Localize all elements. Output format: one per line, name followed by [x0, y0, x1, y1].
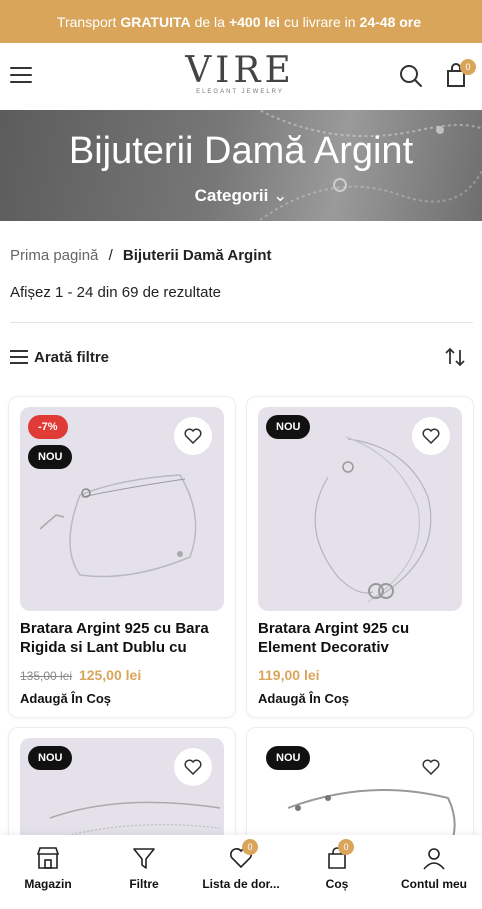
page-title: Bijuterii Damă Argint — [68, 130, 414, 172]
promo-highlight-free: GRATUITA — [120, 13, 191, 30]
filters-label: Arată filtre — [34, 348, 110, 366]
user-icon — [421, 845, 447, 871]
site-header: VIRE ELEGANT JEWELRY 0 — [0, 43, 482, 110]
wishlist-count-badge: 0 — [242, 839, 258, 855]
new-badge: NOU — [28, 746, 73, 770]
search-icon[interactable] — [398, 63, 424, 89]
sort-icon[interactable] — [444, 346, 466, 368]
nav-cart[interactable]: 0 Coș — [289, 839, 385, 891]
nav-wishlist[interactable]: 0 Lista de dor... — [193, 839, 289, 891]
breadcrumb: Prima pagină / Bijuterii Damă Argint — [10, 247, 272, 264]
current-price: 125,00 lei — [78, 667, 142, 683]
nav-account-label: Contul meu — [401, 877, 467, 891]
nav-filters[interactable]: Filtre — [96, 845, 192, 891]
product-price: 135,00 lei 125,00 lei — [20, 667, 141, 683]
breadcrumb-separator: / — [108, 247, 113, 264]
logo-subtitle: ELEGANT JEWELRY — [196, 89, 284, 95]
menu-icon[interactable] — [10, 67, 32, 84]
divider — [10, 322, 473, 323]
results-count: Afișez 1 - 24 din 69 de rezultate — [10, 284, 221, 301]
wishlist-heart-icon[interactable] — [174, 748, 212, 786]
add-to-cart-button[interactable]: Adaugă În Coș — [258, 691, 349, 706]
current-price: 119,00 lei — [258, 667, 320, 683]
promo-highlight-amount: +400 lei — [228, 13, 280, 30]
wishlist-heart-icon[interactable] — [412, 417, 450, 455]
promo-text-mid: de la — [194, 13, 225, 30]
breadcrumb-home-link[interactable]: Prima pagină — [10, 247, 98, 264]
shopping-bag-icon: 0 — [324, 839, 354, 871]
cart-icon[interactable]: 0 — [444, 59, 476, 89]
chevron-down-icon: ⌄ — [273, 186, 288, 205]
logo-text: VIRE — [185, 50, 295, 91]
nav-filters-label: Filtre — [129, 877, 159, 891]
promo-text-mid2: cu livrare in — [283, 13, 356, 30]
product-title[interactable]: Bratara Argint 925 cu Element Decorativ — [258, 619, 464, 657]
funnel-icon — [131, 845, 157, 871]
cart-count-badge: 0 — [338, 839, 354, 855]
new-badge: NOU — [266, 746, 311, 770]
nav-wishlist-label: Lista de dor... — [202, 877, 280, 891]
categories-label: Categorii — [194, 186, 269, 205]
product-image[interactable]: NOU — [258, 407, 462, 611]
category-hero: Bijuterii Damă Argint Categorii ⌄ — [0, 110, 482, 221]
discount-badge: -7% — [28, 415, 68, 439]
new-badge: NOU — [266, 415, 311, 439]
product-image[interactable]: -7% NOU — [20, 407, 224, 611]
cart-count-badge: 0 — [460, 59, 476, 75]
new-badge: NOU — [28, 445, 73, 469]
nav-cart-label: Coș — [325, 877, 349, 891]
nav-shop[interactable]: Magazin — [0, 845, 96, 891]
nav-account[interactable]: Contul meu — [386, 845, 482, 891]
filter-lines-icon — [10, 350, 28, 364]
bottom-navigation: Magazin Filtre 0 Lista de dor... 0 Coș C… — [0, 835, 482, 909]
categories-dropdown[interactable]: Categorii ⌄ — [0, 186, 482, 206]
product-card[interactable]: NOU Bratara Argint 925 cu Element Decora… — [246, 396, 474, 718]
promo-text-pre: Transport — [56, 13, 117, 30]
add-to-cart-button[interactable]: Adaugă În Coș — [20, 691, 111, 706]
show-filters-button[interactable]: Arată filtre — [10, 346, 109, 368]
promo-highlight-time: 24-48 ore — [359, 13, 422, 30]
wishlist-heart-icon[interactable] — [412, 748, 450, 786]
site-logo[interactable]: VIRE ELEGANT JEWELRY — [180, 51, 300, 103]
product-price: 119,00 lei — [258, 667, 320, 683]
heart-icon: 0 — [228, 839, 258, 871]
promo-bar: Transport GRATUITA de la +400 lei cu liv… — [0, 0, 482, 43]
nav-shop-label: Magazin — [24, 877, 72, 891]
wishlist-heart-icon[interactable] — [174, 417, 212, 455]
product-title[interactable]: Bratara Argint 925 cu Bara Rigida si Lan… — [20, 619, 226, 657]
breadcrumb-current: Bijuterii Damă Argint — [122, 247, 272, 264]
old-price: 135,00 lei — [20, 669, 73, 683]
product-card[interactable]: -7% NOU Bratara Argint 925 cu Bara Rigid… — [8, 396, 236, 718]
store-icon — [35, 845, 61, 871]
